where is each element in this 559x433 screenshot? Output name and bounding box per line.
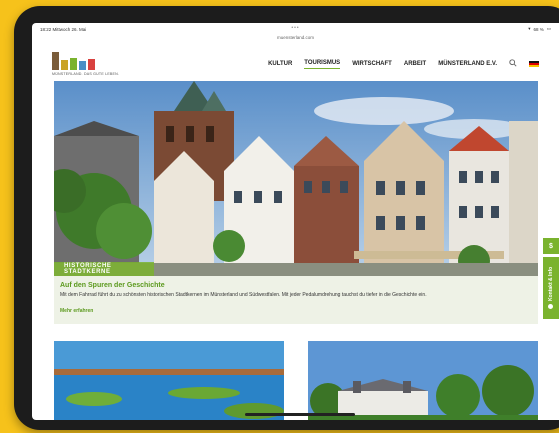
lake-photo — [54, 341, 284, 420]
historic-town-photo — [54, 81, 538, 276]
nav-item-wirtschaft[interactable]: WIRTSCHAFT — [352, 61, 392, 67]
main-nav: KULTUR TOURISMUS WIRTSCHAFT ARBEIT MÜNST… — [268, 59, 539, 69]
nav-item-tourismus[interactable]: TOURISMUS — [304, 60, 341, 69]
card-lake[interactable] — [54, 341, 284, 420]
logo-mark-icon — [52, 52, 119, 70]
castle-photo — [308, 341, 538, 420]
site-logo[interactable]: MÜNSTERLAND. DAS GUTE LEBEN. — [52, 52, 119, 76]
nav-item-kultur[interactable]: KULTUR — [268, 61, 292, 67]
card-row — [54, 341, 538, 420]
more-link[interactable]: Mehr erfahren — [60, 308, 93, 314]
search-icon[interactable] — [509, 59, 517, 69]
hero-label: HISTORISCHE STADTKERNE — [54, 262, 154, 276]
tab-dots[interactable]: ••• — [32, 25, 559, 31]
contact-tab[interactable]: Kontakt & Info — [543, 257, 559, 319]
nav-item-muensterland-ev[interactable]: MÜNSTERLAND E.V. — [438, 61, 497, 67]
side-tabs: $ Kontakt & Info — [543, 238, 559, 319]
teaser-text: Mit dem Fahrrad führt du zu schönsten hi… — [60, 292, 427, 298]
browser-screen: 18:22 Mittwoch 26. Mai ••• ▾ 68 % ▭ muen… — [32, 23, 559, 420]
address-bar[interactable]: muensterland.com — [32, 35, 559, 40]
card-castle[interactable] — [308, 341, 538, 420]
teaser-box: Auf den Spuren der Geschichte Mit dem Fa… — [54, 276, 538, 324]
status-bar: 18:22 Mittwoch 26. Mai ••• ▾ 68 % ▭ — [32, 23, 559, 35]
site-header: MÜNSTERLAND. DAS GUTE LEBEN. KULTUR TOUR… — [32, 47, 559, 81]
info-icon — [548, 304, 554, 310]
german-flag-icon[interactable] — [529, 61, 539, 67]
teaser-title: Auf den Spuren der Geschichte — [60, 282, 165, 289]
price-tab[interactable]: $ — [543, 238, 559, 254]
nav-item-arbeit[interactable]: ARBEIT — [404, 61, 426, 67]
logo-tagline: MÜNSTERLAND. DAS GUTE LEBEN. — [52, 72, 120, 76]
home-indicator[interactable] — [245, 413, 355, 416]
contact-tab-label: Kontakt & Info — [548, 266, 554, 302]
hero-image[interactable]: HISTORISCHE STADTKERNE — [54, 81, 538, 276]
